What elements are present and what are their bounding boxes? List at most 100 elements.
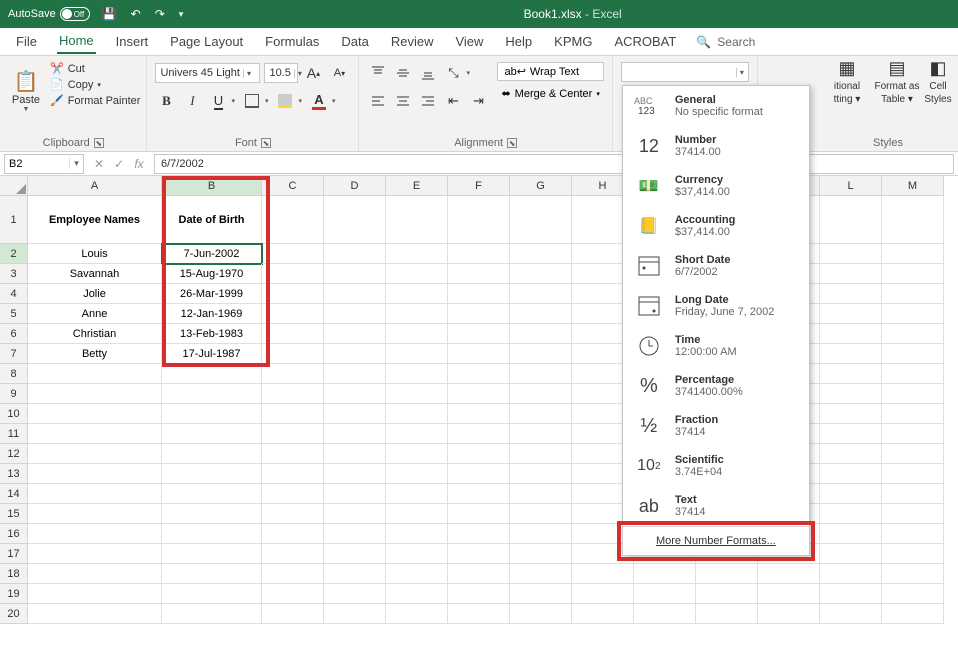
cell[interactable] <box>448 264 510 284</box>
cell[interactable]: 15-Aug-1970 <box>162 264 262 284</box>
cell[interactable] <box>324 324 386 344</box>
cell[interactable] <box>510 464 572 484</box>
format-item-percentage[interactable]: % Percentage3741400.00% <box>623 366 809 406</box>
cell[interactable] <box>386 584 448 604</box>
cell[interactable] <box>262 584 324 604</box>
cell[interactable] <box>820 584 882 604</box>
cell[interactable] <box>28 384 162 404</box>
cell[interactable] <box>162 564 262 584</box>
cell[interactable] <box>262 244 324 264</box>
column-header[interactable]: B <box>162 176 262 196</box>
cell[interactable] <box>386 304 448 324</box>
cell[interactable] <box>28 484 162 504</box>
column-header[interactable]: D <box>324 176 386 196</box>
cell[interactable] <box>572 584 634 604</box>
cell[interactable] <box>28 504 162 524</box>
cell[interactable] <box>324 384 386 404</box>
cell[interactable] <box>386 524 448 544</box>
cell[interactable] <box>634 584 696 604</box>
cell[interactable] <box>262 304 324 324</box>
cell[interactable] <box>262 284 324 304</box>
format-item-general[interactable]: ABC123 GeneralNo specific format <box>623 86 809 126</box>
tab-page-layout[interactable]: Page Layout <box>168 30 245 53</box>
row-header[interactable]: 20 <box>0 604 28 624</box>
column-header[interactable]: C <box>262 176 324 196</box>
cell[interactable] <box>262 544 324 564</box>
cell[interactable] <box>820 424 882 444</box>
font-size-combo[interactable]: 10.5▾ <box>264 63 298 83</box>
qat-customize-icon[interactable]: ▾ <box>177 7 186 22</box>
cell[interactable] <box>262 324 324 344</box>
cell[interactable]: Louis <box>28 244 162 264</box>
cell[interactable] <box>820 544 882 564</box>
row-header[interactable]: 16 <box>0 524 28 544</box>
grid[interactable]: ABCDEFGHIJKLM1Employee NamesDate of Birt… <box>0 176 958 624</box>
fx-icon[interactable]: fx <box>130 157 148 171</box>
cell[interactable] <box>882 444 944 464</box>
cell[interactable] <box>448 604 510 624</box>
cell[interactable] <box>448 196 510 244</box>
toggle-pill[interactable]: Off <box>60 7 90 21</box>
cell[interactable] <box>386 264 448 284</box>
cell[interactable] <box>324 304 386 324</box>
cell[interactable] <box>820 384 882 404</box>
row-header[interactable]: 3 <box>0 264 28 284</box>
cell[interactable] <box>324 264 386 284</box>
cell[interactable] <box>882 604 944 624</box>
more-number-formats-button[interactable]: More Number Formats... <box>623 526 809 555</box>
cell[interactable] <box>386 444 448 464</box>
row-header[interactable]: 19 <box>0 584 28 604</box>
cell[interactable] <box>386 344 448 364</box>
cell[interactable] <box>634 564 696 584</box>
cell[interactable] <box>262 344 324 364</box>
cell[interactable] <box>324 344 386 364</box>
cell[interactable] <box>162 464 262 484</box>
cell[interactable] <box>882 284 944 304</box>
decrease-font-button[interactable]: A▾ <box>328 62 350 84</box>
save-icon[interactable]: 💾 <box>100 5 119 23</box>
cell[interactable] <box>28 584 162 604</box>
cell[interactable] <box>262 504 324 524</box>
cancel-icon[interactable]: ✕ <box>90 157 108 171</box>
alignment-launcher[interactable]: ⬊ <box>507 138 517 148</box>
select-all-corner[interactable] <box>0 176 28 196</box>
cell[interactable] <box>510 244 572 264</box>
align-right-button[interactable] <box>417 90 439 112</box>
cell[interactable] <box>448 404 510 424</box>
cell[interactable] <box>510 324 572 344</box>
cell[interactable] <box>882 584 944 604</box>
cell[interactable] <box>820 364 882 384</box>
cell[interactable] <box>386 504 448 524</box>
tab-data[interactable]: Data <box>339 30 370 53</box>
row-header[interactable]: 10 <box>0 404 28 424</box>
cell[interactable] <box>28 404 162 424</box>
cell[interactable] <box>262 564 324 584</box>
tab-acrobat[interactable]: ACROBAT <box>612 30 678 53</box>
cell[interactable] <box>448 504 510 524</box>
cell[interactable] <box>510 604 572 624</box>
format-item-fraction[interactable]: ½ Fraction37414 <box>623 406 809 446</box>
cell[interactable] <box>634 604 696 624</box>
column-header[interactable]: G <box>510 176 572 196</box>
cell[interactable] <box>386 324 448 344</box>
cell[interactable] <box>820 444 882 464</box>
cell[interactable] <box>262 384 324 404</box>
undo-icon[interactable]: ↶ <box>129 5 143 23</box>
cell[interactable] <box>820 604 882 624</box>
cell[interactable]: 7-Jun-2002 <box>162 244 262 264</box>
cell[interactable] <box>386 464 448 484</box>
cell[interactable] <box>162 384 262 404</box>
cell[interactable] <box>262 404 324 424</box>
cell[interactable] <box>510 504 572 524</box>
tab-insert[interactable]: Insert <box>114 30 151 53</box>
row-header[interactable]: 14 <box>0 484 28 504</box>
cell[interactable] <box>324 244 386 264</box>
row-header[interactable]: 6 <box>0 324 28 344</box>
cell[interactable] <box>324 564 386 584</box>
format-painter-button[interactable]: 🖌️Format Painter <box>50 94 140 107</box>
cell[interactable] <box>448 244 510 264</box>
cell[interactable] <box>510 384 572 404</box>
cell[interactable] <box>510 284 572 304</box>
cell[interactable] <box>882 196 944 244</box>
cell[interactable] <box>882 244 944 264</box>
